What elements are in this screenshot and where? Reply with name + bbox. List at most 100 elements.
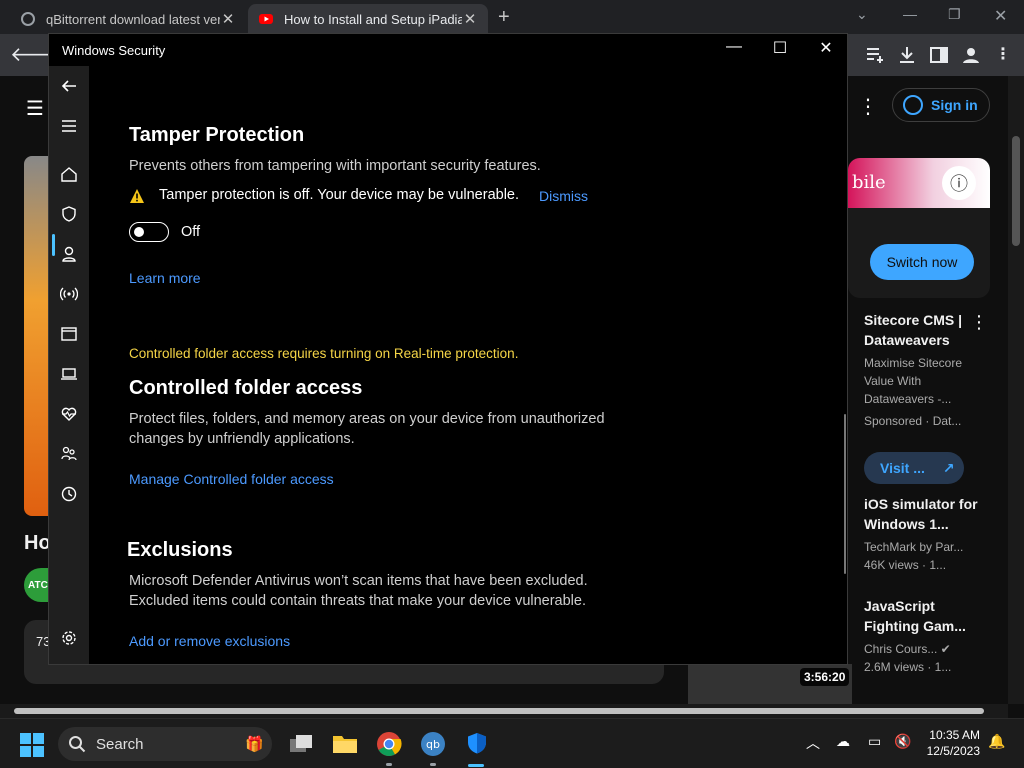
add-remove-exclusions-link[interactable]: Add or remove exclusions — [129, 633, 290, 649]
scrollbar-thumb[interactable] — [1012, 136, 1020, 246]
gift-icon: 🎁 — [245, 736, 264, 753]
svg-text:qb: qb — [426, 738, 440, 751]
device-security-icon[interactable] — [57, 362, 81, 386]
shield-icon[interactable] — [57, 202, 81, 226]
sign-in-label: Sign in — [931, 97, 978, 113]
tab-qbittorrent[interactable]: qBittorrent download latest vers ✕ — [10, 4, 246, 34]
page-horizontal-scrollbar[interactable] — [0, 704, 1008, 718]
file-explorer-icon[interactable] — [330, 729, 360, 759]
switch-now-button[interactable]: Switch now — [870, 244, 974, 280]
search-icon — [69, 736, 86, 753]
chrome-icon[interactable] — [374, 729, 404, 759]
task-view-icon[interactable] — [286, 729, 316, 759]
display-network-icon[interactable]: ▭ — [868, 733, 881, 750]
sidebar-video-channel: Chris Cours... ✔ — [864, 642, 951, 656]
windows-security-window: Windows Security — ☐ ✕ Tamper Protection… — [48, 33, 848, 665]
qbittorrent-icon[interactable]: qb — [418, 729, 448, 759]
cloud-sync-icon[interactable]: ☁ — [836, 733, 850, 750]
settings-icon[interactable] — [57, 626, 81, 650]
tab-close-icon[interactable]: ✕ — [220, 10, 236, 28]
sidebar-video-title: JavaScript Fighting Gam... — [864, 598, 966, 634]
sidebar-video-title: Sitecore CMS | Dataweavers — [864, 312, 963, 348]
windows-security-taskbar-icon[interactable] — [462, 729, 492, 759]
channel-avatar[interactable]: ATC — [24, 568, 50, 602]
sidebar-video-sponsored: Sponsored · Dat... — [864, 414, 962, 428]
security-content: Tamper Protection Prevents others from t… — [89, 66, 845, 664]
ad-card[interactable]: bile ⓘ Switch now — [848, 158, 990, 298]
dismiss-link[interactable]: Dismiss — [539, 188, 588, 204]
show-hidden-icons-chevron-icon[interactable]: ︿ — [806, 733, 820, 753]
windows-start-icon[interactable] — [20, 733, 44, 757]
navigation-rail — [49, 66, 89, 664]
youtube-settings-kebab-icon[interactable]: ⋮ — [858, 94, 878, 119]
active-app-indicator — [468, 764, 484, 767]
sidebar-video-sitecore[interactable]: Sitecore CMS | Dataweavers Maximise Site… — [864, 310, 984, 430]
close-window-icon[interactable]: ✕ — [994, 6, 1007, 26]
info-icon[interactable]: ⓘ — [942, 166, 976, 200]
toggle-state-label: Off — [181, 224, 201, 240]
side-panel-icon[interactable] — [928, 44, 950, 66]
taskbar-clock[interactable]: 10:35 AM 12/5/2023 — [922, 727, 980, 759]
external-link-icon: ↗ — [942, 459, 955, 476]
sidebar-video-meta: 2.6M views · 1... — [864, 660, 952, 674]
firewall-icon[interactable] — [57, 282, 81, 306]
warning-icon — [130, 189, 144, 203]
profile-icon[interactable] — [960, 44, 982, 66]
tamper-protection-toggle[interactable] — [129, 222, 169, 242]
maximize-icon[interactable]: ☐ — [769, 38, 791, 60]
sidebar-video-ios[interactable]: iOS simulator for Windows 1... TechMark … — [864, 494, 984, 574]
tab-title: qBittorrent download latest vers — [46, 11, 220, 27]
running-indicator — [386, 763, 392, 766]
sidebar-video-channel: TechMark by Par... — [864, 540, 964, 554]
menu-icon[interactable] — [57, 114, 81, 138]
exclusions-heading: Exclusions — [127, 539, 233, 561]
cfa-realtime-notice: Controlled folder access requires turnin… — [129, 346, 519, 361]
youtube-favicon-icon — [259, 14, 273, 24]
youtube-menu-icon[interactable]: ☰ — [26, 96, 44, 121]
scrollbar-thumb[interactable] — [14, 708, 984, 714]
tamper-protection-heading: Tamper Protection — [129, 124, 305, 146]
restore-icon[interactable]: ❐ — [948, 6, 961, 23]
taskbar-search-box[interactable]: Search 🎁 — [58, 727, 272, 761]
account-icon[interactable] — [57, 242, 81, 266]
browser-menu-icon[interactable]: ⋮ — [992, 44, 1014, 66]
health-icon[interactable] — [57, 402, 81, 426]
notification-bell-icon[interactable]: 🔔 — [988, 733, 1005, 750]
manage-cfa-link[interactable]: Manage Controlled folder access — [129, 471, 334, 487]
tab-youtube[interactable]: How to Install and Setup iPadian ✕ — [248, 4, 488, 34]
tamper-warning-text: Tamper protection is off. Your device ma… — [159, 187, 520, 203]
page-vertical-scrollbar[interactable] — [1008, 76, 1024, 704]
ad-image: bile ⓘ — [848, 158, 990, 208]
family-icon[interactable] — [57, 442, 81, 466]
video-options-kebab-icon[interactable]: ⋮ — [970, 312, 988, 333]
video-duration-badge: 3:56:20 — [800, 668, 850, 686]
learn-more-link[interactable]: Learn more — [129, 270, 201, 286]
visit-site-button[interactable]: Visit ... ↗ — [864, 452, 964, 484]
browser-tabstrip: qBittorrent download latest vers ✕ How t… — [0, 0, 1024, 34]
tamper-protection-description: Prevents others from tampering with impo… — [129, 158, 541, 174]
new-tab-button[interactable]: + — [498, 6, 510, 29]
cfa-description-line2: changes by unfriendly applications. — [129, 431, 355, 447]
search-label: Search — [96, 735, 144, 753]
download-icon[interactable] — [896, 44, 918, 66]
history-icon[interactable] — [57, 482, 81, 506]
home-icon[interactable] — [57, 162, 81, 186]
tab-search-chevron-icon[interactable]: ⌄ — [856, 6, 868, 23]
app-browser-icon[interactable] — [57, 322, 81, 346]
video-thumbnail-partial[interactable] — [24, 156, 48, 516]
tab-close-icon[interactable]: ✕ — [462, 10, 478, 28]
minimize-icon[interactable]: — — [903, 6, 917, 22]
window-title: Windows Security — [62, 43, 166, 58]
running-indicator — [430, 763, 436, 766]
security-scrollbar[interactable] — [844, 414, 846, 574]
sidebar-video-javascript[interactable]: JavaScript Fighting Gam... Chris Cours..… — [864, 596, 984, 676]
minimize-icon[interactable]: — — [723, 38, 745, 60]
window-titlebar[interactable]: Windows Security — ☐ ✕ — [49, 34, 847, 66]
tab-title: How to Install and Setup iPadian — [284, 11, 462, 27]
back-icon[interactable] — [57, 74, 81, 98]
queue-icon[interactable] — [864, 44, 886, 66]
video-title-partial: Ho — [24, 532, 51, 554]
sign-in-button[interactable]: Sign in — [892, 88, 990, 122]
volume-muted-icon[interactable]: 🔇 — [894, 733, 911, 750]
close-icon[interactable]: ✕ — [815, 38, 837, 60]
